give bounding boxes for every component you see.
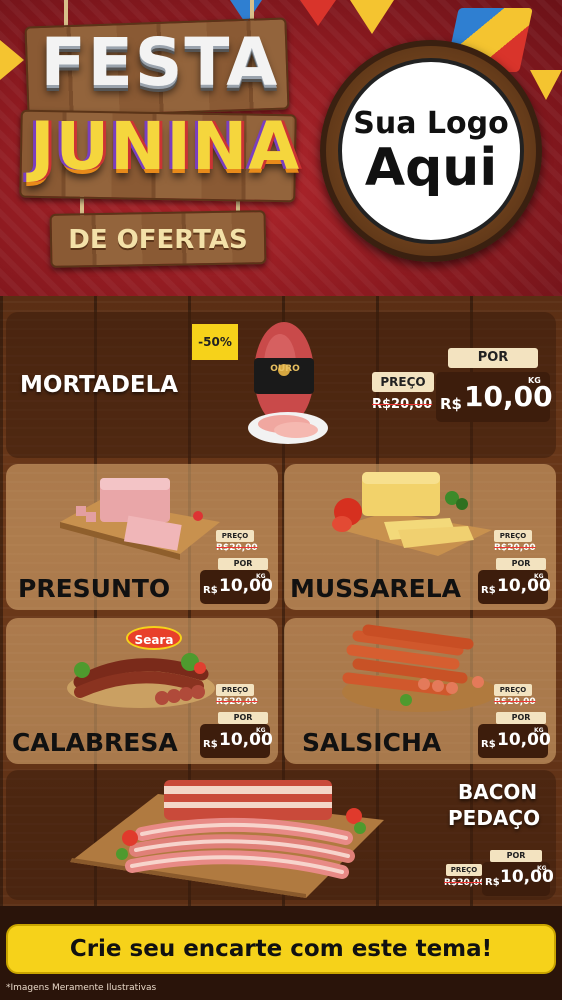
- preco-label: PREÇO: [494, 684, 532, 696]
- old-price: R$20,00: [494, 697, 536, 707]
- brand-label: Seara: [126, 626, 182, 650]
- preco-label: PREÇO: [494, 530, 532, 542]
- currency: R$: [440, 395, 462, 413]
- bunting-flag-icon: [350, 0, 394, 34]
- por-label: POR: [448, 348, 538, 368]
- bacon-image: [70, 774, 384, 898]
- preco-label: PREÇO: [216, 684, 254, 696]
- por-label: POR: [218, 712, 268, 724]
- por-label: POR: [496, 558, 546, 570]
- logo-text-line2: Aqui: [364, 138, 498, 199]
- old-price: R$20,00: [494, 543, 536, 553]
- product-name: MORTADELA: [20, 372, 179, 398]
- product-name-line2: PEDAÇO: [448, 806, 541, 830]
- bunting-flag-icon: [530, 70, 562, 100]
- product-name-line1: BACON: [458, 780, 538, 804]
- mortadela-image: [244, 316, 328, 448]
- mussarela-image: [328, 468, 492, 560]
- header-banner: FESTA JUNINA DE OFERTAS Sua Logo Aqui: [0, 0, 562, 296]
- old-price: R$20,00: [372, 397, 433, 412]
- disclaimer: *Imagens Meramente Ilustrativas: [6, 983, 157, 993]
- logo-text-line1: Sua Logo: [353, 106, 509, 142]
- salsicha-image: [338, 622, 498, 714]
- title-junina: JUNINA: [30, 108, 301, 185]
- product-name: PRESUNTO: [18, 574, 171, 603]
- title-de-ofertas: DE OFERTAS: [68, 225, 248, 255]
- title-festa: FESTA: [40, 24, 280, 101]
- discount-badge: -50%: [192, 324, 238, 360]
- bunting-flag-icon: [0, 40, 24, 80]
- currency: R$: [203, 739, 218, 750]
- old-price: R$20,00: [216, 543, 258, 553]
- por-label: POR: [496, 712, 546, 724]
- currency: R$: [481, 739, 496, 750]
- logo-placeholder[interactable]: Sua Logo Aqui: [338, 58, 524, 244]
- presunto-image: [60, 470, 220, 562]
- brand-label: OURO: [270, 364, 300, 374]
- currency: R$: [485, 877, 500, 888]
- preco-label: PREÇO: [216, 530, 254, 542]
- unit-label: KG: [528, 376, 541, 385]
- old-price: R$20,00: [216, 697, 258, 707]
- cta-button[interactable]: Crie seu encarte com este tema!: [6, 924, 556, 974]
- unit-label: KG: [256, 727, 266, 734]
- currency: R$: [203, 585, 218, 596]
- calabresa-image: [64, 648, 218, 710]
- product-name: CALABRESA: [12, 728, 178, 757]
- bunting-flag-icon: [300, 0, 336, 26]
- preco-label: PREÇO: [446, 864, 482, 876]
- unit-label: KG: [537, 865, 547, 872]
- por-label: POR: [490, 850, 542, 862]
- unit-label: KG: [534, 727, 544, 734]
- unit-label: KG: [256, 573, 266, 580]
- old-price: R$20,00: [444, 878, 486, 888]
- product-name: MUSSARELA: [290, 574, 462, 603]
- preco-label: PREÇO: [372, 372, 434, 392]
- currency: R$: [481, 585, 496, 596]
- por-label: POR: [218, 558, 268, 570]
- unit-label: KG: [534, 573, 544, 580]
- product-name: SALSICHA: [302, 728, 442, 757]
